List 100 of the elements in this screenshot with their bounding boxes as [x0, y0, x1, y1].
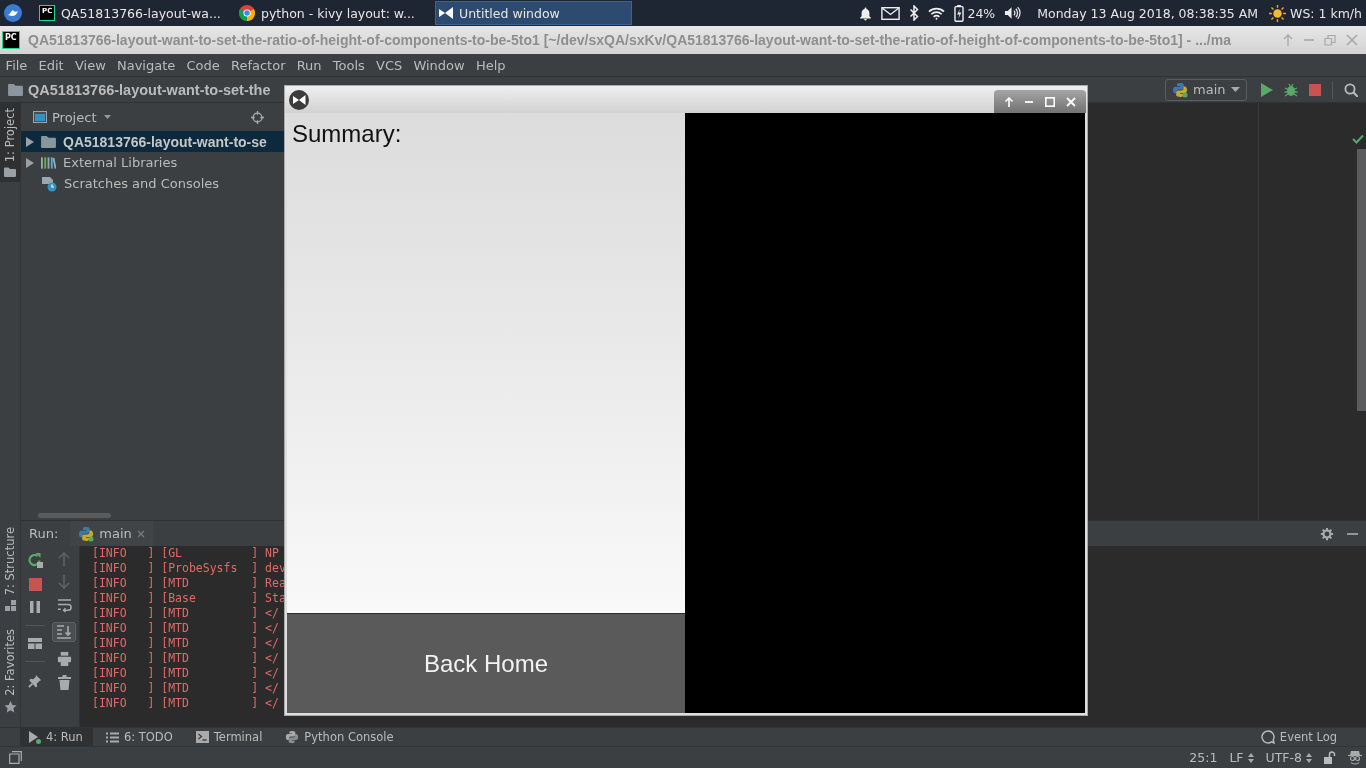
updown-icon: [1306, 752, 1312, 763]
crosshair-icon[interactable]: [251, 110, 264, 124]
menu-item[interactable]: Refactor: [225, 57, 292, 73]
minus-icon[interactable]: [1347, 532, 1358, 535]
rerun-icon[interactable]: [27, 552, 43, 568]
hat-figure-icon[interactable]: [1348, 750, 1362, 765]
printer-icon[interactable]: [56, 651, 72, 666]
log-line: [INFO ] [MTD ] </: [92, 636, 279, 651]
bug-icon[interactable]: [1284, 82, 1298, 97]
battery-icon[interactable]: [954, 4, 965, 22]
log-line: [INFO ] [GL ] NP: [92, 546, 279, 561]
menu-item[interactable]: VCS: [370, 57, 408, 73]
tool-window-tab[interactable]: 2: Favorites: [0, 624, 20, 718]
cursor-position[interactable]: 25:1: [1189, 750, 1218, 765]
tool-window-tab[interactable]: 6: TODO: [96, 728, 183, 746]
app-logo-icon: [289, 89, 309, 110]
layout-icon[interactable]: [28, 638, 42, 649]
tool-window-tab[interactable]: Python Console: [276, 728, 404, 746]
expand-arrow-icon[interactable]: [26, 136, 34, 147]
tree-item[interactable]: External Libraries: [21, 152, 284, 173]
settings-icon[interactable]: [1320, 526, 1334, 541]
run-tab[interactable]: main: [70, 521, 153, 546]
expand-arrow-icon[interactable]: [26, 157, 34, 168]
panel-toggle-icon[interactable]: [9, 751, 22, 764]
stop-icon[interactable]: [1309, 83, 1321, 96]
wrap-icon[interactable]: [56, 598, 72, 613]
menu-item[interactable]: Help: [470, 57, 512, 73]
tree-item[interactable]: Scratches and Consoles: [21, 173, 284, 194]
python-icon: [78, 525, 95, 542]
scroll-end-icon: [56, 625, 72, 639]
tool-window-tab[interactable]: Terminal: [186, 728, 273, 746]
pin-icon[interactable]: [28, 674, 42, 688]
terminal-icon: [195, 731, 209, 743]
app-menu-icon[interactable]: [4, 4, 22, 22]
scroll-to-end-toggle[interactable]: [52, 622, 76, 642]
panel-title[interactable]: Project: [52, 109, 97, 125]
run-icon[interactable]: [1261, 82, 1273, 97]
stop-icon[interactable]: [28, 578, 42, 591]
vertical-scrollbar[interactable]: [1357, 149, 1366, 411]
menu-item[interactable]: View: [69, 57, 112, 73]
maximize-icon[interactable]: [1044, 96, 1055, 107]
tool-window-tab[interactable]: 4: Run: [20, 728, 93, 746]
taskbar-button[interactable]: Untitled window: [435, 1, 632, 25]
menu-item[interactable]: Navigate: [111, 57, 181, 73]
library-bars-icon: [41, 155, 56, 170]
bluetooth-icon[interactable]: [909, 5, 920, 21]
window-title: QA51813766-layout-want-to-set-the-ratio-of-height-of-components-to-be-5to1 [~/dev/sxQA/sxKv/QA51813766-layout-want-to-set-the-ratio-of-height-of-components-to-be-5to1] - .../ma: [28, 32, 1231, 48]
tool-window-tab[interactable]: 1: Project: [0, 103, 20, 183]
folder-icon: [41, 135, 56, 148]
event-log-button[interactable]: Event Log: [1260, 730, 1366, 744]
battery-percent: 24%: [967, 5, 996, 21]
document-clock-icon: [41, 175, 57, 192]
summary-label: Summary:: [292, 120, 402, 147]
breadcrumb[interactable]: QA51813766-layout-want-to-set-the: [28, 81, 271, 98]
taskbar-button[interactable]: python - kivy layout: w...: [235, 1, 432, 25]
menu-item[interactable]: Edit: [32, 57, 70, 73]
caret-icon[interactable]: [104, 115, 112, 119]
star-icon: [3, 701, 17, 713]
python-icon: [1172, 81, 1188, 98]
log-line: [INFO ] [MTD ] </: [92, 696, 279, 711]
run-config-dropdown[interactable]: main: [1165, 78, 1247, 101]
log-line: [INFO ] [MTD ] </: [92, 621, 279, 636]
blocks-icon: [4, 600, 16, 612]
list-icon: [105, 731, 119, 743]
python-icon: [285, 730, 300, 744]
pause-icon[interactable]: [30, 601, 40, 613]
folder-icon: [4, 167, 16, 178]
wifi-icon[interactable]: [928, 6, 946, 20]
updown-icon: [1247, 752, 1254, 763]
play-icon: [29, 730, 41, 744]
app-logo: PC: [2, 31, 20, 49]
speech-bubble-icon: [1260, 730, 1275, 744]
clock[interactable]: Monday 13 Aug 2018, 08:38:35 AM: [1037, 5, 1259, 21]
caret-icon: [1231, 87, 1240, 92]
speaker-icon[interactable]: [1004, 6, 1022, 20]
menu-item[interactable]: Code: [180, 57, 226, 73]
sun-icon[interactable]: [1269, 4, 1287, 22]
log-line: [INFO ] [MTD ] </: [92, 606, 279, 621]
menu-item[interactable]: File: [0, 57, 33, 73]
folder-icon: [8, 83, 23, 96]
menu-item[interactable]: Window: [407, 57, 471, 73]
search-icon[interactable]: [1344, 82, 1358, 97]
unlocked-padlock-icon[interactable]: [1324, 751, 1336, 764]
bell-icon[interactable]: [859, 5, 873, 21]
encoding-dropdown[interactable]: UTF-8: [1265, 750, 1312, 765]
menu-item[interactable]: Run: [291, 57, 328, 73]
trash-icon[interactable]: [57, 675, 71, 690]
menu-item[interactable]: Tools: [327, 57, 371, 73]
tree-item[interactable]: QA51813766-layout-want-to-se: [21, 131, 284, 152]
horizontal-scrollbar[interactable]: [38, 513, 111, 518]
weather-reading: WS: 1 km/h: [1290, 5, 1362, 21]
log-line: [INFO ] [MTD ] </: [92, 651, 279, 666]
tool-window-tab[interactable]: 7: Structure: [0, 521, 20, 617]
panel-window-icon: [33, 111, 47, 123]
log-line: [INFO ] [MTD ] </: [92, 681, 279, 696]
back-home-button[interactable]: Back Home: [287, 613, 685, 713]
line-separator-dropdown[interactable]: LF: [1229, 750, 1254, 765]
circle-logo-icon: [239, 5, 255, 21]
check-icon: [1352, 134, 1364, 144]
mail-icon[interactable]: [881, 6, 901, 20]
